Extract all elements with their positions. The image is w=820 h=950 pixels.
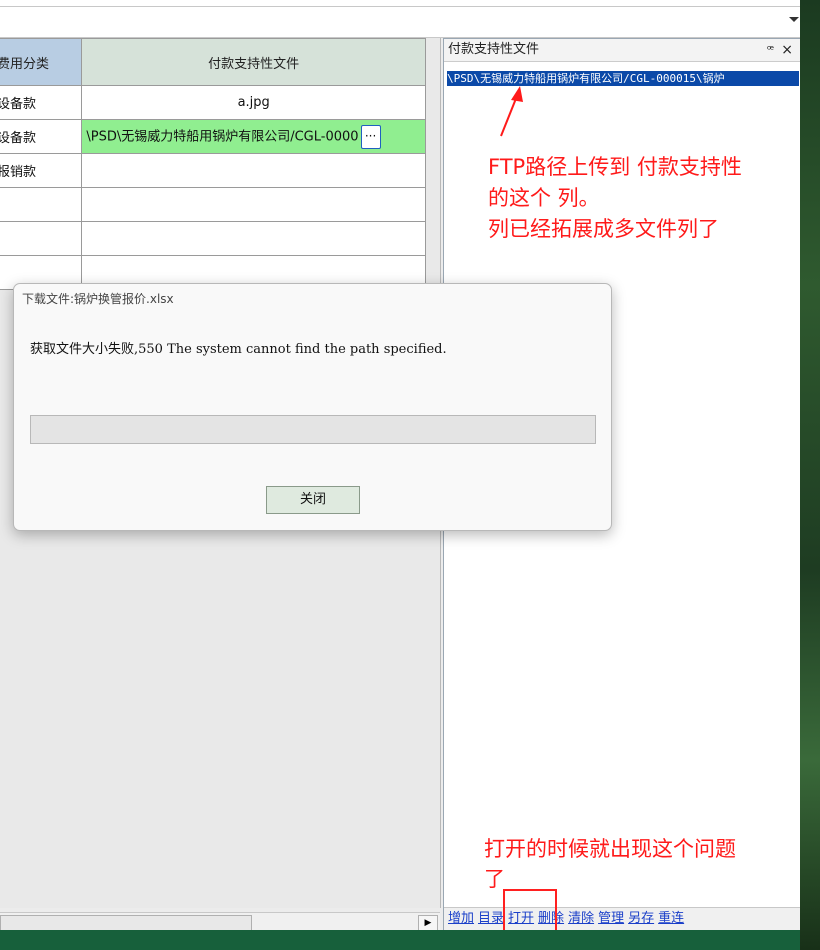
browse-ellipsis-button[interactable]: ··· bbox=[360, 124, 381, 149]
scroll-right-arrow-icon[interactable]: ▶ bbox=[418, 915, 438, 931]
cell-category[interactable]: 报销款 bbox=[0, 153, 83, 188]
close-button[interactable]: 关闭 bbox=[266, 486, 360, 514]
panel-title: 付款支持性文件 bbox=[448, 42, 540, 57]
table-row[interactable]: 设备款 a.jpg bbox=[0, 85, 426, 120]
cell-file[interactable]: a.jpg bbox=[81, 85, 426, 120]
error-message: 获取文件大小失败,550 The system cannot find the … bbox=[30, 342, 447, 357]
column-header-category[interactable]: 费用分类 bbox=[0, 38, 83, 86]
grid-table: 费用分类 付款支持性文件 设备款 a.jpg 设备款 \PSD\无锡威力特船用锅… bbox=[0, 38, 426, 290]
grid-header-row: 费用分类 付款支持性文件 bbox=[0, 38, 426, 86]
annotation-line: FTP路径上传到 付款支持性 bbox=[488, 155, 742, 179]
horizontal-scrollbar[interactable]: ▶ bbox=[0, 912, 440, 931]
save-as-link[interactable]: 另存 bbox=[628, 911, 654, 926]
top-divider bbox=[0, 0, 807, 7]
cell-category[interactable]: 设备款 bbox=[0, 119, 83, 154]
download-dialog: 下载文件:锅炉换管报价.xlsx 获取文件大小失败,550 The system… bbox=[13, 283, 612, 531]
table-row[interactable]: 设备款 \PSD\无锡威力特船用锅炉有限公司/CGL-0000 ··· bbox=[0, 119, 426, 154]
annotation-line: 的这个 列。 bbox=[488, 186, 600, 210]
cell-category[interactable]: 设备款 bbox=[0, 85, 83, 120]
progress-bar bbox=[30, 415, 596, 444]
cell-file-text[interactable]: \PSD\无锡威力特船用锅炉有限公司/CGL-0000 bbox=[86, 129, 358, 144]
background-edge bbox=[800, 0, 820, 950]
add-link[interactable]: 增加 bbox=[448, 911, 474, 926]
top-toolbar bbox=[0, 0, 807, 38]
pin-icon[interactable]: ꟹ bbox=[767, 39, 774, 61]
cell-file[interactable] bbox=[81, 187, 426, 222]
manage-link[interactable]: 管理 bbox=[598, 911, 624, 926]
panel-header: 付款支持性文件 ꟹ × bbox=[444, 39, 800, 62]
cell-category[interactable] bbox=[0, 187, 83, 222]
cell-category[interactable] bbox=[0, 221, 83, 256]
annotation-line: 打开的时候就出现这个问题 bbox=[484, 837, 736, 861]
close-icon[interactable]: × bbox=[781, 39, 793, 61]
directory-link[interactable]: 目录 bbox=[478, 911, 504, 926]
annotation-line: 列已经拓展成多文件列了 bbox=[488, 217, 719, 241]
dialog-title: 下载文件:锅炉换管报价.xlsx bbox=[22, 292, 174, 306]
column-header-file[interactable]: 付款支持性文件 bbox=[81, 38, 426, 86]
annotation-arrow bbox=[500, 86, 523, 137]
clear-link[interactable]: 清除 bbox=[568, 911, 594, 926]
reconnect-link[interactable]: 重连 bbox=[658, 911, 684, 926]
table-row[interactable] bbox=[0, 221, 426, 256]
taskbar-strip bbox=[0, 930, 800, 950]
table-row[interactable] bbox=[0, 187, 426, 222]
cell-file[interactable] bbox=[81, 221, 426, 256]
annotation-line: 了 bbox=[484, 867, 505, 891]
panel-toolbar: 增加 目录 打开 删除 清除 管理 另存 重连 bbox=[444, 907, 800, 930]
cell-file[interactable] bbox=[81, 153, 426, 188]
table-row[interactable]: 报销款 bbox=[0, 153, 426, 188]
cell-file-editing[interactable]: \PSD\无锡威力特船用锅炉有限公司/CGL-0000 ··· bbox=[81, 119, 426, 154]
scrollbar-thumb[interactable] bbox=[0, 915, 252, 931]
chevron-down-icon[interactable] bbox=[789, 17, 799, 22]
